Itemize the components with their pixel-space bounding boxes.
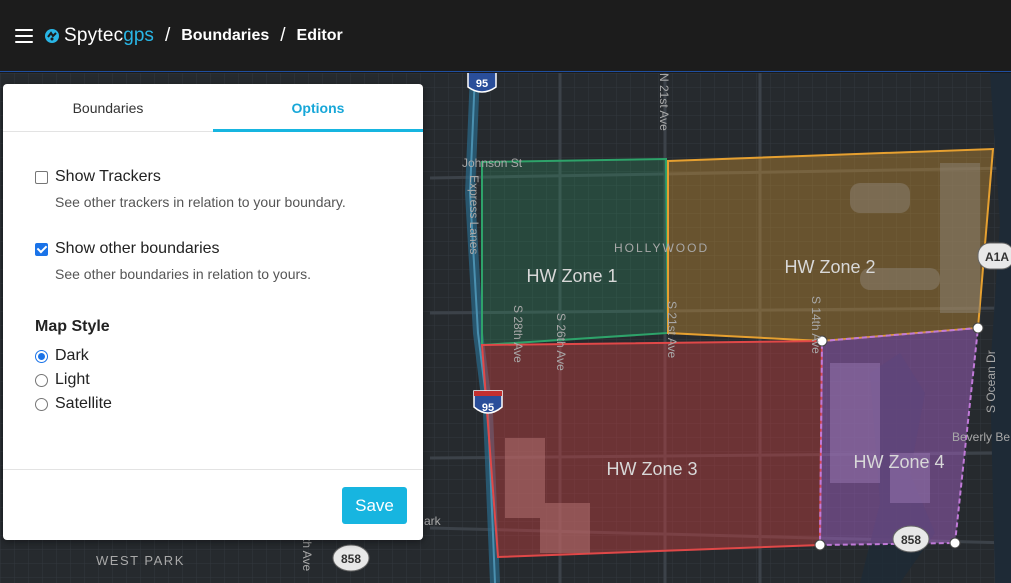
map-style-dark-label[interactable]: Dark bbox=[55, 347, 89, 365]
map-style-radio-group: Dark Light Satellite bbox=[35, 344, 423, 416]
breadcrumb-editor: Editor bbox=[296, 26, 343, 44]
tab-boundaries[interactable]: Boundaries bbox=[3, 84, 213, 131]
park-label: ark bbox=[424, 514, 442, 528]
boundary-options-panel: Boundaries Options Show Trackers See oth… bbox=[3, 84, 423, 540]
th-ave-label: th Ave bbox=[300, 538, 314, 571]
zone-1-label: HW Zone 1 bbox=[526, 266, 617, 286]
show-other-boundaries-description: See other boundaries in relation to your… bbox=[55, 266, 312, 282]
route-858-left-shield-icon: 858 bbox=[332, 544, 370, 572]
options-body: Show Trackers See other trackers in rela… bbox=[3, 168, 423, 416]
map-style-light-option[interactable]: Light bbox=[35, 368, 423, 392]
show-trackers-label[interactable]: Show Trackers bbox=[55, 168, 161, 186]
svg-text:A1A: A1A bbox=[985, 250, 1009, 264]
map-style-dark-radio[interactable] bbox=[35, 349, 48, 363]
show-trackers-option: Show Trackers See other trackers in rela… bbox=[35, 168, 423, 210]
logo-icon bbox=[45, 28, 59, 43]
zone-3-label: HW Zone 3 bbox=[606, 459, 697, 479]
express-lanes-label: Express Lanes bbox=[467, 175, 481, 254]
route-858-right-shield-icon: 858 bbox=[892, 525, 930, 553]
hollywood-label: HOLLYWOOD bbox=[614, 241, 709, 255]
svg-text:858: 858 bbox=[341, 552, 361, 566]
show-other-boundaries-option: Show other boundaries See other boundari… bbox=[35, 240, 423, 282]
map-style-light-radio[interactable] bbox=[35, 373, 48, 387]
s-14th-ave-label: S 14th Ave bbox=[809, 296, 823, 354]
zone-2-label: HW Zone 2 bbox=[784, 257, 875, 277]
breadcrumb-separator: / bbox=[164, 24, 171, 46]
save-button[interactable]: Save bbox=[342, 487, 407, 524]
show-trackers-description: See other trackers in relation to your b… bbox=[55, 194, 346, 210]
zone-4-label: HW Zone 4 bbox=[853, 452, 944, 472]
beverly-label: Beverly Be bbox=[952, 430, 1010, 444]
breadcrumb-separator: / bbox=[280, 24, 286, 46]
logo-text-gps: gps bbox=[123, 24, 154, 46]
map-style-satellite-radio[interactable] bbox=[35, 397, 48, 411]
panel-tabs: Boundaries Options bbox=[3, 84, 423, 132]
panel-footer: Save bbox=[3, 469, 423, 540]
s-21st-ave-label: S 21st Ave bbox=[665, 301, 679, 358]
a1a-shield-icon: A1A bbox=[977, 242, 1011, 270]
s-26th-ave-label: S 26th Ave bbox=[554, 313, 568, 371]
s-28th-ave-label: S 28th Ave bbox=[511, 305, 525, 363]
s-ocean-dr-label: S Ocean Dr bbox=[984, 350, 998, 413]
map-style-light-label[interactable]: Light bbox=[55, 371, 90, 389]
i95-shield-top-icon: 95 bbox=[467, 73, 497, 93]
logo-text-spytec: Spytec bbox=[64, 24, 124, 46]
app-header: Spytec gps / Boundaries / Editor bbox=[0, 0, 1011, 72]
map-style-satellite-label[interactable]: Satellite bbox=[55, 395, 112, 413]
i95-shield-mid-icon: 95 bbox=[473, 390, 503, 414]
hamburger-menu-icon[interactable] bbox=[6, 18, 42, 54]
johnson-st-label: Johnson St bbox=[462, 156, 523, 170]
svg-text:858: 858 bbox=[901, 533, 921, 547]
spytec-logo[interactable]: Spytec gps bbox=[44, 25, 154, 47]
svg-text:95: 95 bbox=[482, 402, 494, 414]
show-other-boundaries-label[interactable]: Show other boundaries bbox=[55, 240, 220, 258]
map-style-satellite-option[interactable]: Satellite bbox=[35, 392, 423, 416]
tab-options[interactable]: Options bbox=[213, 84, 423, 132]
svg-text:95: 95 bbox=[476, 78, 488, 90]
map-style-title: Map Style bbox=[35, 318, 110, 335]
map-style-dark-option[interactable]: Dark bbox=[35, 344, 423, 368]
west-park-label: WEST PARK bbox=[96, 553, 185, 568]
n-21st-ave-label: N 21st Ave bbox=[657, 73, 671, 131]
show-other-boundaries-checkbox[interactable] bbox=[35, 242, 48, 256]
breadcrumb-boundaries[interactable]: Boundaries bbox=[181, 27, 269, 45]
show-trackers-checkbox[interactable] bbox=[35, 170, 48, 184]
